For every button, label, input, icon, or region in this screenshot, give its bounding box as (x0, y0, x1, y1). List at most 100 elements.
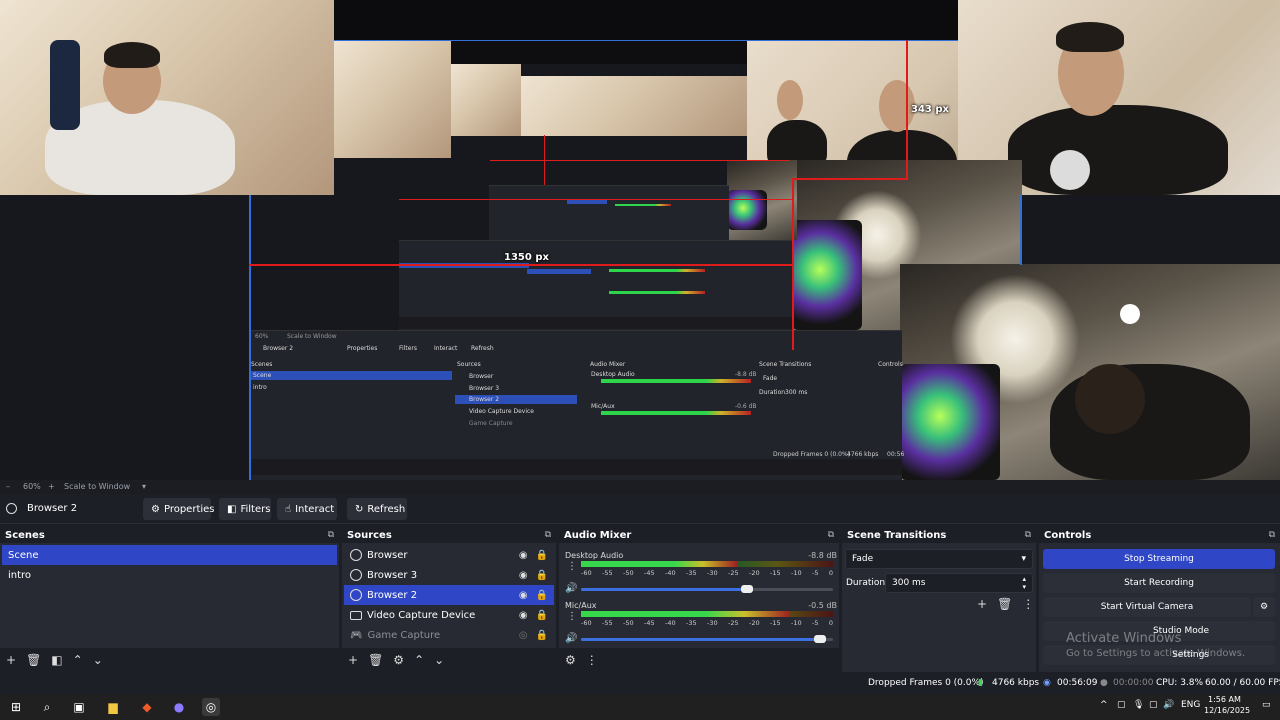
tray-chevron-icon[interactable]: ^ (1100, 700, 1108, 710)
dropped-frames: Dropped Frames 0 (0.0%) (868, 678, 984, 688)
source-item-video-capture[interactable]: Video Capture Device ◉ 🔒 (344, 605, 554, 625)
discord-icon[interactable]: ● (170, 698, 188, 716)
dock-popout-icon[interactable]: ⧉ (1269, 530, 1275, 540)
channel-db: -8.8 dB (808, 551, 837, 560)
source-item-browser-3[interactable]: Browser 3 ◉ 🔒 (344, 565, 554, 585)
eye-icon[interactable]: ◉ (519, 590, 528, 601)
obs-icon[interactable]: ◎ (202, 698, 220, 716)
zoom-plus[interactable]: + (48, 482, 55, 491)
nested-cam-2 (451, 64, 521, 136)
volume-knob[interactable] (741, 585, 754, 593)
meter-tick-label: -10 (791, 619, 802, 627)
tray-app-icon[interactable]: ▢ (1117, 700, 1126, 710)
more-icon[interactable]: ⋮ (586, 653, 598, 667)
refresh-button[interactable]: ↻ Refresh (347, 498, 407, 520)
mixer-settings-icon[interactable]: ⚙ (565, 653, 576, 667)
virtual-camera-settings-icon[interactable]: ⚙ (1253, 597, 1275, 617)
trash-icon[interactable]: 🗑 (368, 653, 383, 667)
speaker-icon[interactable]: 🔊 (565, 583, 577, 594)
preview-canvas[interactable]: 60% Scale to Window Browser 2 Properties… (0, 0, 1280, 480)
tray-app-icon[interactable]: ▢ (1149, 700, 1158, 710)
filter-icon[interactable]: ◧ (51, 653, 62, 667)
chevron-up-icon[interactable]: ⌃ (73, 653, 83, 667)
properties-button[interactable]: ⚙ Properties (143, 498, 215, 520)
stop-streaming-button[interactable]: Stop Streaming (1043, 549, 1275, 569)
microphone-icon[interactable]: 🎙 (1133, 700, 1144, 710)
eye-icon[interactable]: ◉ (519, 550, 528, 561)
windows-start-icon[interactable]: ⊞ (7, 698, 25, 716)
filters-button[interactable]: ◧ Filters (219, 498, 271, 520)
guide-horizontal (249, 264, 794, 266)
lock-icon[interactable]: 🔒 (536, 550, 548, 561)
speaker-icon[interactable]: 🔊 (1163, 700, 1174, 710)
scene-item[interactable]: intro (2, 565, 337, 585)
clock-date[interactable]: 12/16/2025 (1204, 706, 1250, 715)
stepper-icon[interactable]: ▴ ▾ (1022, 575, 1026, 591)
meter-tick-label: -35 (686, 569, 697, 577)
task-view-icon[interactable]: ▣ (70, 698, 88, 716)
dock-popout-icon[interactable]: ⧉ (1025, 530, 1031, 540)
language-indicator[interactable]: ENG (1181, 700, 1200, 710)
duration-input[interactable]: 300 ms ▴ ▾ (885, 573, 1033, 593)
meter-tick-label: -45 (644, 569, 655, 577)
volume-slider[interactable] (581, 635, 833, 643)
volume-slider[interactable] (581, 585, 833, 593)
file-explorer-icon[interactable]: ▆ (104, 698, 122, 716)
pointer-icon: ☝ (285, 503, 292, 515)
scale-to-window[interactable]: Scale to Window (64, 482, 130, 491)
start-recording-button[interactable]: Start Recording (1043, 573, 1275, 593)
chevron-down-icon[interactable]: ⌄ (434, 653, 444, 667)
chevron-down-icon[interactable]: ⌄ (93, 653, 103, 667)
lock-icon[interactable]: 🔒 (536, 590, 548, 601)
dock-popout-icon[interactable]: ⧉ (545, 530, 551, 540)
lock-icon[interactable]: 🔒 (536, 610, 548, 621)
notification-icon[interactable]: ▭ (1262, 700, 1271, 710)
gear-icon[interactable]: ⚙ (393, 653, 404, 667)
more-icon[interactable]: ⋮ (567, 561, 577, 572)
volume-knob[interactable] (814, 635, 827, 643)
bounding-box-left (249, 195, 251, 480)
chevron-up-icon[interactable]: ⌃ (414, 653, 424, 667)
clock-time[interactable]: 1:56 AM (1208, 695, 1241, 704)
add-icon[interactable]: + (977, 597, 987, 611)
search-icon[interactable]: ⌕ (38, 698, 56, 716)
add-icon[interactable]: + (6, 653, 16, 667)
lock-icon[interactable]: 🔒 (536, 570, 548, 581)
eye-hidden-icon[interactable]: ◎ (519, 630, 528, 641)
brave-browser-icon[interactable]: ◆ (138, 698, 156, 716)
zoom-minus[interactable]: – (6, 482, 10, 491)
scene-item[interactable]: Scene (2, 545, 337, 565)
meter-tick-label: 0 (828, 619, 833, 627)
eye-icon[interactable]: ◉ (519, 570, 528, 581)
zoom-level[interactable]: 60% (23, 482, 41, 491)
source-item-browser[interactable]: Browser ◉ 🔒 (344, 545, 554, 565)
meter-tick-label: -55 (602, 619, 613, 627)
lock-icon[interactable]: 🔒 (536, 630, 548, 641)
activate-windows-title: Activate Windows (1066, 631, 1182, 646)
add-icon[interactable]: + (348, 653, 358, 667)
sources-title: Sources (347, 529, 392, 541)
dock-popout-icon[interactable]: ⧉ (828, 530, 834, 540)
start-virtual-camera-button[interactable]: Start Virtual Camera (1043, 597, 1251, 617)
meter-tick-label: -55 (602, 569, 613, 577)
dock-popout-icon[interactable]: ⧉ (328, 530, 334, 540)
source-item-browser-2[interactable]: Browser 2 ◉ 🔒 (344, 585, 554, 605)
interact-button[interactable]: ☝ Interact (277, 498, 337, 520)
more-icon[interactable]: ⋮ (567, 611, 577, 622)
distance-label-1350: 1350 px (504, 252, 549, 263)
scale-dropdown-icon[interactable]: ▾ (142, 482, 146, 491)
more-icon[interactable]: ⋮ (1022, 597, 1034, 611)
preview-top-strip (334, 0, 958, 40)
volume-meter (581, 611, 833, 617)
eye-icon[interactable]: ◉ (519, 610, 528, 621)
meter-tick-label: -15 (770, 619, 781, 627)
source-item-game-capture[interactable]: 🎮 Game Capture ◎ 🔒 (344, 625, 554, 645)
trash-icon[interactable]: 🗑 (997, 597, 1012, 611)
meter-tick-label: -20 (749, 619, 760, 627)
meter-tick-label: -5 (812, 619, 819, 627)
transition-select[interactable]: Fade ▾ (845, 549, 1033, 569)
speaker-icon[interactable]: 🔊 (565, 633, 577, 644)
mixer-footer: ⚙ ⋮ (559, 648, 839, 672)
refresh-icon: ↻ (355, 503, 364, 515)
trash-icon[interactable]: 🗑 (26, 653, 41, 667)
